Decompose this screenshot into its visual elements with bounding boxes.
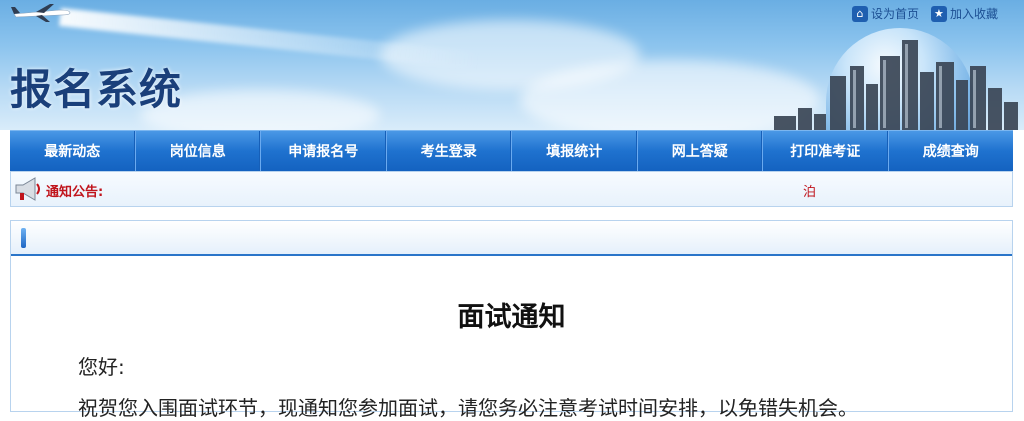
city-skyline-image: [774, 40, 1018, 130]
top-links: ⌂ 设为首页 ★ 加入收藏: [851, 5, 998, 22]
notice-label: 通知公告:: [46, 185, 104, 200]
panel-header: [11, 221, 1012, 256]
main-nav: 最新动态 岗位信息 申请报名号 考生登录 填报统计 网上答疑 打印准考证 成绩查…: [10, 130, 1013, 172]
set-homepage-label: 设为首页: [870, 7, 919, 21]
content-panel: 面试通知 您好: 祝贺您入围面试环节，现通知您参加面试，请您务必注意考试时间安排…: [10, 220, 1013, 420]
page-title: 面试通知: [457, 302, 566, 333]
nav-item-print-admission-ticket[interactable]: 打印准考证: [763, 131, 889, 171]
nav-item-latest-news[interactable]: 最新动态: [10, 131, 136, 171]
greeting-text: 您好:: [78, 355, 125, 379]
nav-item-fill-statistics[interactable]: 填报统计: [512, 131, 638, 171]
star-icon: ★: [930, 5, 947, 22]
nav-item-candidate-login[interactable]: 考生登录: [387, 131, 512, 171]
nav-item-apply-registration-number[interactable]: 申请报名号: [261, 131, 387, 171]
nav-item-online-qa[interactable]: 网上答疑: [638, 131, 763, 171]
add-favorite-label: 加入收藏: [949, 7, 998, 21]
notice-scroll-text[interactable]: 泊: [803, 181, 816, 200]
airplane-icon: [11, 4, 71, 22]
add-favorite-link[interactable]: ★ 加入收藏: [930, 5, 998, 22]
megaphone-icon: [15, 177, 40, 201]
site-header: 报名系统 ⌂ 设为首页 ★ 加入收藏: [0, 0, 1024, 130]
set-homepage-link[interactable]: ⌂ 设为首页: [851, 5, 919, 22]
home-icon: ⌂: [851, 5, 868, 22]
site-title: 报名系统: [10, 65, 183, 114]
nav-item-job-info[interactable]: 岗位信息: [136, 131, 261, 171]
nav-item-score-query[interactable]: 成绩查询: [889, 131, 1014, 171]
panel-marker: [21, 228, 26, 248]
notice-bar: 通知公告: 泊: [10, 171, 1013, 207]
body-text: 祝贺您入围面试环节，现通知您参加面试，请您务必注意考试时间安排，以免错失机会。: [78, 396, 858, 420]
